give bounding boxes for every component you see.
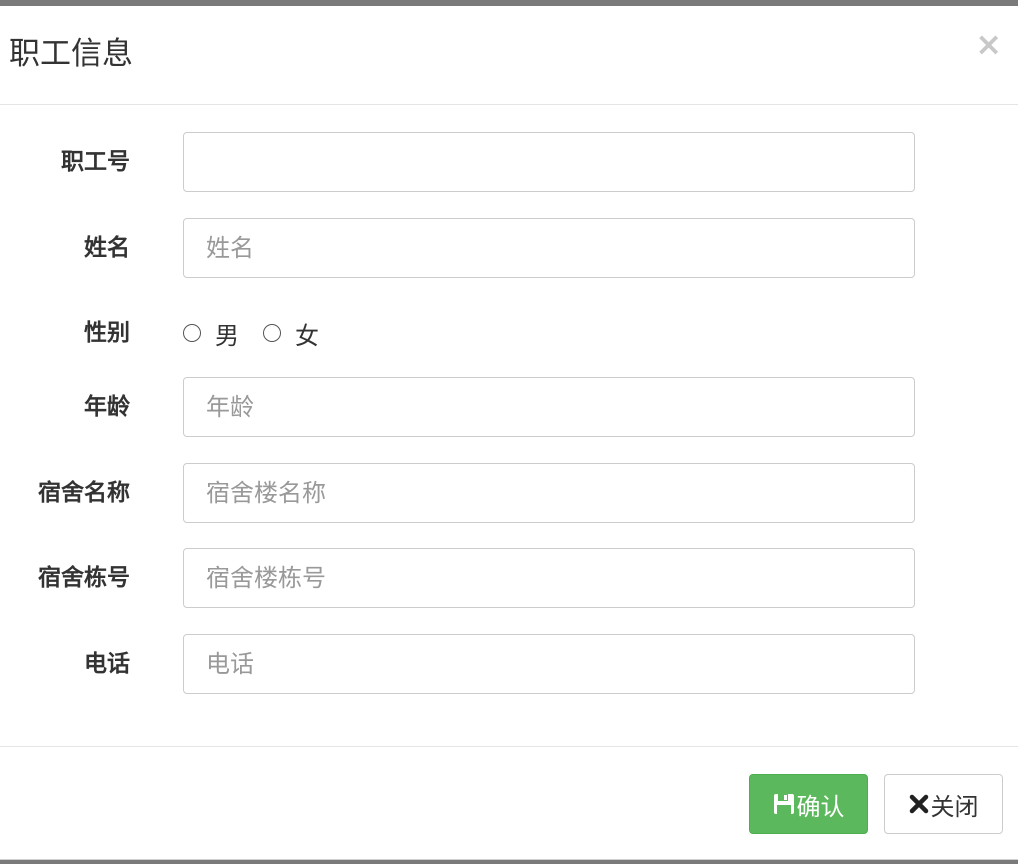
male-radio-label: 男 <box>215 321 239 350</box>
form-row-employee-id: 职工号 <box>0 132 1018 192</box>
confirm-button-label: 确认 <box>796 792 845 821</box>
phone-input[interactable] <box>183 634 915 694</box>
dorm-building-no-input[interactable] <box>183 548 915 608</box>
form-row-age: 年龄 <box>0 377 1018 437</box>
employee-id-input[interactable] <box>183 132 915 192</box>
name-label: 姓名 <box>84 235 130 261</box>
gender-option-male[interactable]: 男 <box>183 316 239 351</box>
form-row-phone: 电话 <box>0 634 1018 694</box>
dorm-building-no-label: 宿舍栋号 <box>38 565 130 591</box>
employee-info-modal: 职工信息 × 职工号 姓名 性别 男 女 年龄 宿舍名称 宿舍栋号 <box>0 6 1018 860</box>
close-button[interactable]: 关闭 <box>884 774 1003 834</box>
age-label: 年龄 <box>84 394 130 420</box>
modal-title: 职工信息 <box>9 36 133 72</box>
confirm-button[interactable]: 确认 <box>749 774 868 834</box>
floppy-disk-icon <box>773 793 795 815</box>
name-input[interactable] <box>183 218 915 278</box>
female-radio[interactable] <box>263 324 281 342</box>
gender-label: 性别 <box>84 320 130 346</box>
modal-footer: 确认 关闭 <box>0 746 1018 860</box>
female-radio-label: 女 <box>295 321 319 350</box>
form-row-name: 姓名 <box>0 218 1018 278</box>
x-icon <box>909 794 929 814</box>
dorm-name-input[interactable] <box>183 463 915 523</box>
employee-id-label: 职工号 <box>61 149 130 175</box>
close-button-label: 关闭 <box>930 792 979 821</box>
form-row-gender: 性别 男 女 <box>0 303 1018 363</box>
male-radio[interactable] <box>183 324 201 342</box>
phone-label: 电话 <box>84 651 130 677</box>
gender-radio-group: 男 女 <box>183 303 343 363</box>
age-input[interactable] <box>183 377 915 437</box>
form-row-dorm-name: 宿舍名称 <box>0 463 1018 523</box>
dorm-name-label: 宿舍名称 <box>38 480 130 506</box>
modal-header: 职工信息 × <box>0 6 1018 105</box>
gender-option-female[interactable]: 女 <box>263 316 319 351</box>
form-row-dorm-building-no: 宿舍栋号 <box>0 548 1018 608</box>
close-icon[interactable]: × <box>975 28 1002 60</box>
